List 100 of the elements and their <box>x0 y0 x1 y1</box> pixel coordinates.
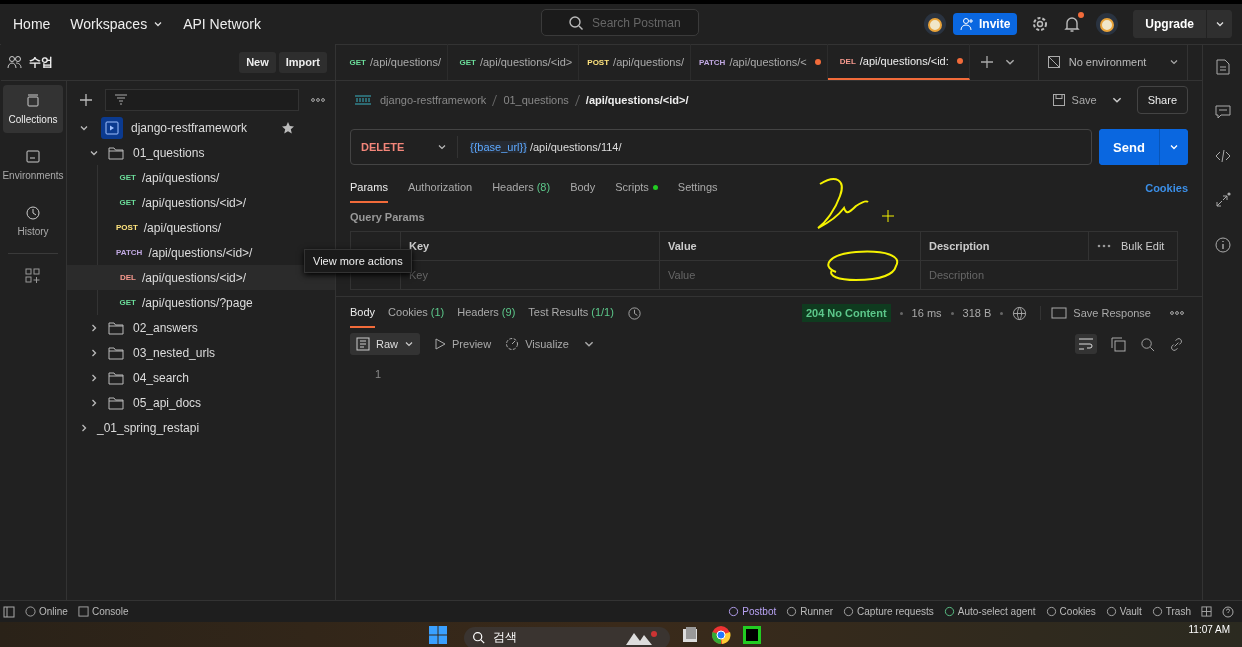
cookies-link[interactable]: Cookies <box>1145 182 1188 194</box>
breadcrumb-item[interactable]: 01_questions <box>503 94 569 106</box>
bulk-edit-link[interactable]: Bulk Edit <box>1121 240 1165 252</box>
help-icon[interactable] <box>1222 605 1234 618</box>
more-icon[interactable] <box>1170 311 1184 315</box>
request-item[interactable]: GET /api/questions/<id>/ <box>98 190 335 215</box>
terminal-icon <box>77 606 89 617</box>
save-button[interactable]: Save <box>1045 92 1103 108</box>
request-item[interactable]: GET /api/questions/ <box>98 165 335 190</box>
filter-field[interactable] <box>105 89 299 111</box>
search-icon <box>568 14 584 31</box>
wrap-lines-button[interactable] <box>1075 334 1097 354</box>
sidebar-toggle-icon[interactable] <box>3 605 15 618</box>
invite-button[interactable]: Invite <box>952 13 1018 35</box>
request-item[interactable]: GET /api/questions/?page <box>98 290 335 315</box>
document-icon[interactable] <box>1215 59 1230 75</box>
layout-icon[interactable] <box>1201 606 1212 617</box>
history-icon[interactable] <box>626 305 642 321</box>
request-tab[interactable]: GET /api/questions/<id> <box>447 44 580 80</box>
status-item[interactable]: Cookies <box>1045 606 1096 617</box>
collection-item[interactable]: django-restframework <box>67 115 335 140</box>
cursor-icon <box>881 209 895 223</box>
search-icon[interactable] <box>1140 336 1155 352</box>
add-widget-icon[interactable] <box>25 268 41 284</box>
environment-selector[interactable]: No environment <box>1037 44 1188 80</box>
comment-icon[interactable] <box>1214 104 1231 120</box>
preview-button[interactable]: Preview <box>434 338 492 350</box>
http-icon <box>354 93 372 107</box>
windows-icon[interactable] <box>428 624 449 645</box>
scribble-annotation <box>817 178 869 229</box>
request-section-tab[interactable]: Authorization <box>407 173 473 203</box>
folder-icon <box>108 345 124 360</box>
globe-icon[interactable] <box>1012 305 1028 321</box>
bell-icon[interactable] <box>1063 15 1082 33</box>
avatar-icon[interactable] <box>1095 12 1120 36</box>
status-item[interactable]: Capture requests <box>843 606 934 617</box>
add-icon[interactable] <box>79 93 93 107</box>
response-tab[interactable]: Body <box>350 298 376 328</box>
save-response-button[interactable]: Save Response <box>1040 306 1157 320</box>
add-tab-icon[interactable] <box>979 55 994 69</box>
nav-link[interactable]: Workspaces <box>70 16 164 32</box>
status-item[interactable]: Vault <box>1105 606 1142 617</box>
response-tab[interactable]: Cookies (1) <box>388 298 445 328</box>
copy-icon[interactable] <box>1111 336 1126 352</box>
taskbar-search[interactable]: 검색 <box>464 626 671 647</box>
folder-icon <box>108 370 124 385</box>
request-tab[interactable]: GET /api/questions/ <box>338 44 448 80</box>
more-icon[interactable] <box>1097 244 1111 248</box>
team-icon <box>7 55 23 69</box>
folder-item[interactable]: 03_nested_urls <box>67 340 335 365</box>
request-tab[interactable]: DEL /api/questions/<id: <box>827 44 970 80</box>
rail-item[interactable]: Collections <box>3 85 63 133</box>
avatar-icon[interactable] <box>922 12 947 36</box>
folder-item[interactable]: 04_search <box>67 365 335 390</box>
info-icon[interactable] <box>1214 237 1231 253</box>
request-section-tab[interactable]: Body <box>570 173 596 203</box>
visualize-button[interactable]: Visualize <box>505 337 569 351</box>
status-item[interactable]: Postbot <box>728 606 777 617</box>
collection-item[interactable]: _01_spring_restapi <box>67 415 335 440</box>
rail-item[interactable]: Environments <box>3 141 63 189</box>
more-icon[interactable] <box>311 98 325 102</box>
request-section-tab[interactable]: Settings <box>677 173 718 203</box>
rail-item[interactable]: History <box>3 197 63 245</box>
status-item[interactable]: Auto-select agent <box>943 606 1036 617</box>
status-item[interactable]: Online <box>25 606 68 617</box>
method-dropdown[interactable]: DELETE <box>351 136 458 158</box>
request-tab[interactable]: PATCH /api/questions/< <box>691 44 828 80</box>
breadcrumb-item[interactable]: django-restframework <box>380 94 487 106</box>
share-button[interactable]: Share <box>1136 86 1188 114</box>
workspace-button[interactable]: Import <box>278 51 327 73</box>
request-item[interactable]: POST /api/questions/ <box>98 215 335 240</box>
request-section-tab[interactable]: Headers (8) <box>492 173 551 203</box>
status-item[interactable]: Trash <box>1151 606 1191 617</box>
status-item[interactable]: Runner <box>786 606 834 617</box>
folder-item[interactable]: 02_answers <box>67 315 335 340</box>
status-item[interactable]: Console <box>77 606 129 617</box>
settings-icon[interactable] <box>1031 15 1050 33</box>
nav-link[interactable]: Home <box>13 16 51 32</box>
caret-icon <box>437 142 447 152</box>
nav-link[interactable]: API Network <box>183 16 261 32</box>
request-item[interactable]: DEL /api/questions/<id>/ <box>67 265 335 290</box>
folder-item[interactable]: 01_questions <box>67 140 335 165</box>
folder-item[interactable]: 05_api_docs <box>67 390 335 415</box>
response-tab[interactable]: Test Results (1/1) <box>528 298 614 328</box>
arrows-icon[interactable] <box>1214 192 1231 208</box>
request-tab[interactable]: POST /api/questions/ <box>579 44 691 80</box>
request-section-tab[interactable]: Scripts <box>615 173 658 203</box>
response-tab[interactable]: Headers (9) <box>457 298 516 328</box>
url-field[interactable]: {{base_url}} /api/questions/114/ <box>458 141 622 153</box>
request-section-tab[interactable]: Params <box>350 173 388 203</box>
response-size: 318 B <box>962 307 992 319</box>
code-icon[interactable] <box>1214 149 1231 163</box>
workspace-button[interactable]: New <box>239 51 276 73</box>
browser-icon[interactable] <box>710 623 733 646</box>
link-icon[interactable] <box>1169 336 1184 352</box>
format-dropdown[interactable]: Raw <box>350 333 420 355</box>
filter-icon <box>114 94 128 106</box>
no-environment-icon <box>1046 55 1061 69</box>
star-icon[interactable] <box>281 120 295 135</box>
ide-icon[interactable] <box>742 624 763 645</box>
